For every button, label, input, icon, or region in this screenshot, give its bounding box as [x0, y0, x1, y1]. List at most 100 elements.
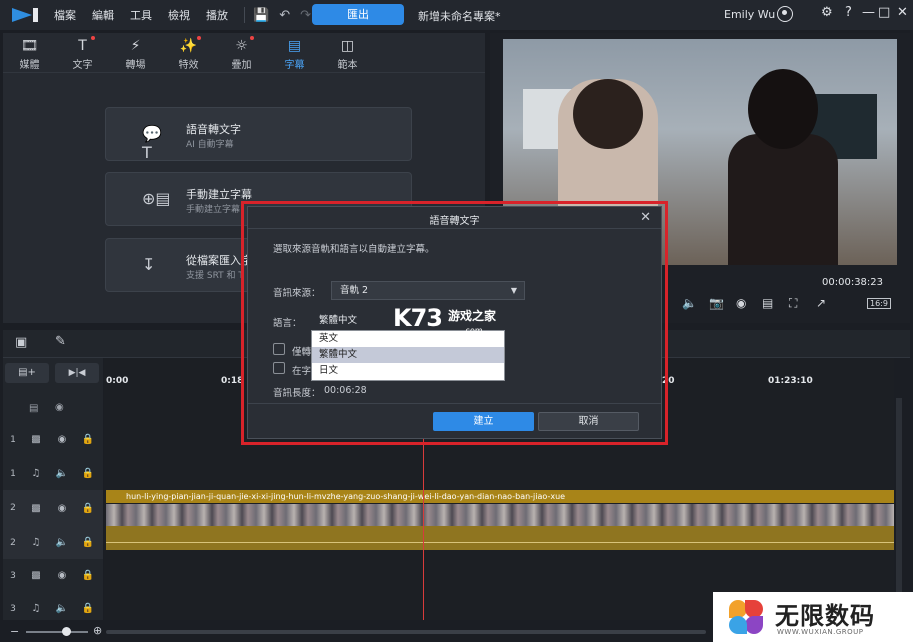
zoom-in-icon[interactable]: ⊕ [93, 624, 102, 637]
help-icon[interactable]: ? [845, 5, 852, 20]
pen-icon[interactable]: ✎ [55, 334, 66, 349]
subtitle-toggle-icon[interactable]: ▤ [762, 296, 773, 310]
track-header-audio-3: 3 ♫ 🔈 🔒 [3, 592, 103, 625]
tab-label: 字幕 [284, 60, 305, 71]
create-button[interactable]: 建立 [433, 412, 534, 431]
menu-view[interactable]: 檢視 [168, 7, 190, 23]
maximize-icon[interactable]: □ [878, 5, 890, 20]
aspect-ratio-button[interactable]: 16:9 [867, 298, 891, 309]
track-number: 2 [10, 537, 16, 548]
undo-icon[interactable]: ↶ [279, 8, 290, 23]
chevron-down-icon: ▼ [510, 286, 517, 295]
music-note-icon: ♫ [31, 603, 41, 614]
new-badge [91, 36, 95, 40]
track-number: 3 [10, 570, 16, 581]
subtitle-icon: ▤ [287, 38, 302, 54]
lock-icon[interactable]: 🔒 [75, 603, 101, 614]
zoom-slider[interactable] [26, 631, 88, 633]
audio-source-select[interactable]: 音軌 2 ▼ [331, 281, 525, 300]
tab-overlay[interactable]: ☼ 疊加 [215, 33, 268, 72]
eye-icon[interactable]: ◉ [49, 434, 75, 445]
dialog-footer: 建立 取消 [248, 403, 661, 439]
tab-transition[interactable]: ⚡ 轉場 [109, 33, 162, 72]
template-icon: ◫ [340, 38, 355, 54]
close-window-icon[interactable]: ✕ [897, 5, 908, 20]
tab-template[interactable]: ◫ 範本 [321, 33, 374, 72]
tab-label: 媒體 [19, 60, 40, 71]
lock-icon[interactable]: 🔒 [75, 503, 101, 514]
timeline-horizontal-scrollbar[interactable] [106, 630, 706, 634]
tab-text[interactable]: T 文字 [56, 33, 109, 72]
preview-timecode: 00:00:38:23 [822, 277, 884, 288]
timeline-vertical-scrollbar[interactable] [896, 398, 902, 618]
card-title: 手動建立字幕 [186, 188, 252, 201]
option-checkbox-1-label: 僅轉 [292, 347, 312, 358]
user-avatar-icon[interactable] [777, 6, 793, 22]
menu-edit[interactable]: 編輯 [92, 7, 114, 23]
library-tabs: 🎞 媒體 T 文字 ⚡ 轉場 ✨ 特效 ☼ 疊加 ▤ 字幕 ◫ 範本 [3, 33, 485, 73]
video-clip-title[interactable]: hun-li-ying-pian-jian-ji-quan-jie-xi-xi-… [106, 490, 894, 503]
settings-gear-icon[interactable]: ⚙ [821, 5, 833, 20]
timeline-tools-icon[interactable]: ▣ [15, 335, 27, 350]
tab-label: 轉場 [125, 60, 146, 71]
eye-icon[interactable]: ◉ [55, 402, 64, 413]
k73-domain: .com [463, 326, 483, 335]
tab-media[interactable]: 🎞 媒體 [3, 33, 56, 72]
ruler-tick-label: 0:00 [106, 376, 129, 386]
option-checkbox-2[interactable] [273, 362, 285, 374]
menu-tools[interactable]: 工具 [130, 7, 152, 23]
snapshot-icon[interactable]: 📷 [709, 296, 724, 310]
speaker-icon[interactable]: 🔈 [49, 537, 75, 548]
track-number: 1 [10, 434, 16, 445]
speaker-icon[interactable]: 🔈 [49, 603, 75, 614]
import-file-icon: ↧ [142, 255, 156, 274]
tab-subtitle[interactable]: ▤ 字幕 [268, 33, 321, 72]
lock-icon[interactable]: 🔒 [75, 570, 101, 581]
save-icon[interactable]: 💾 [253, 8, 269, 23]
card-subtitle: 支援 SRT 和 T [186, 271, 244, 281]
app-logo [12, 8, 38, 22]
dialog-title: 語音轉文字 [429, 216, 480, 227]
video-clip-thumbnails[interactable] [106, 504, 894, 526]
eye-icon[interactable]: ◉ [49, 503, 75, 514]
export-button[interactable]: 匯出 [312, 4, 404, 25]
k73-logo: K73 [393, 304, 443, 332]
redo-icon[interactable]: ↷ [300, 8, 311, 23]
k73-text: 游戏之家 [448, 308, 497, 323]
option-checkbox-2-label: 在字 [292, 366, 312, 377]
menu-bar: 檔案 編輯 工具 檢視 播放 [54, 7, 244, 23]
audio-clip[interactable] [106, 526, 894, 550]
add-track-icon[interactable]: ▤+ [5, 363, 49, 383]
zoom-out-icon[interactable]: − [10, 625, 19, 638]
option-checkbox-1[interactable] [273, 343, 285, 355]
lock-icon[interactable]: 🔒 [75, 537, 101, 548]
language-label: 語言： [273, 318, 302, 329]
language-option-traditional-chinese[interactable]: 繁體中文 [312, 347, 504, 363]
close-icon[interactable]: ✕ [640, 210, 651, 225]
eye-icon[interactable]: ◉ [49, 570, 75, 581]
project-title: 新增未命名專案* [418, 10, 501, 23]
speaker-icon[interactable]: 🔈 [49, 468, 75, 479]
split-icon[interactable]: ▶|◀ [55, 363, 99, 383]
volume-icon[interactable]: 🔈 [682, 296, 697, 310]
lock-icon[interactable]: 🔒 [75, 468, 101, 479]
card-title: 語音轉文字 [186, 123, 241, 136]
minimize-icon[interactable]: — [862, 5, 875, 20]
audio-duration-label: 音訊長度： [273, 388, 321, 399]
zoom-fit-icon[interactable]: ⛶ [789, 296, 797, 311]
tab-effects[interactable]: ✨ 特效 [162, 33, 215, 72]
video-camera-icon: ▩ [31, 570, 41, 581]
lock-icon[interactable]: 🔒 [75, 434, 101, 445]
speech-to-text-card[interactable]: 💬T 語音轉文字 AI 自動字幕 [105, 107, 412, 162]
menu-file[interactable]: 檔案 [54, 7, 76, 23]
detach-preview-icon[interactable]: ↗ [816, 296, 826, 310]
track-number: 1 [10, 468, 16, 479]
cancel-button[interactable]: 取消 [538, 412, 639, 431]
ruler-tick-label: 01:23:10 [768, 376, 813, 386]
track-number: 2 [10, 503, 16, 513]
zoom-slider-handle[interactable] [62, 627, 71, 636]
menu-play[interactable]: 播放 [206, 7, 228, 23]
language-option-japanese[interactable]: 日文 [312, 363, 504, 379]
playback-speed-icon[interactable]: ◉ [736, 296, 746, 310]
track-header-audio-1: 1 ♫ 🔈 🔒 [3, 457, 103, 490]
